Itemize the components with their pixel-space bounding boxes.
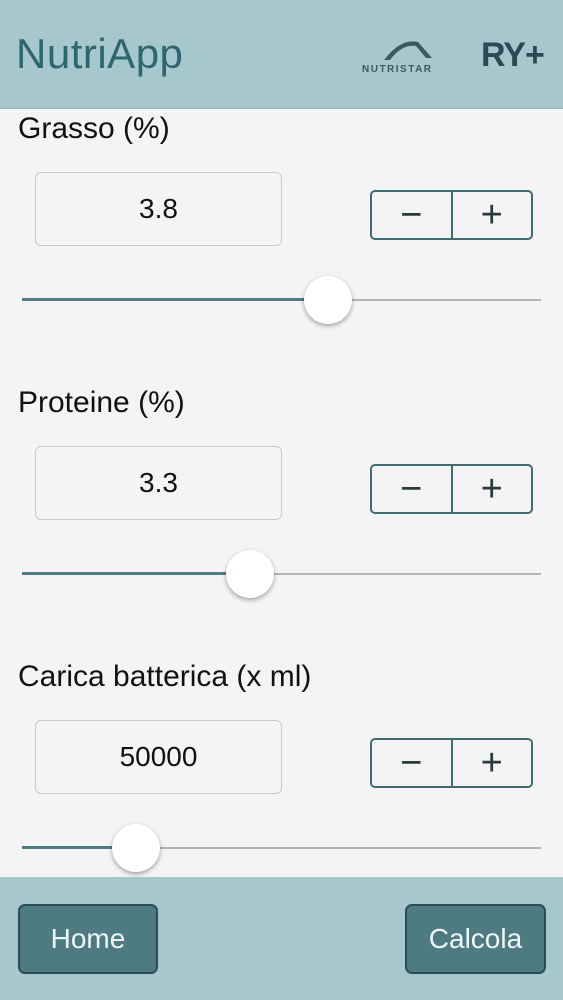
grasso-increment-button[interactable]: +	[453, 192, 532, 238]
proteine-value-field[interactable]: 3.3	[35, 446, 282, 520]
carica-decrement-button[interactable]: −	[372, 740, 453, 786]
field-carica-batterica: Carica batterica (x ml) 50000 − +	[0, 657, 563, 877]
nutristar-swoosh-icon	[384, 41, 432, 60]
proteine-slider[interactable]	[22, 549, 541, 599]
proteine-stepper: − +	[370, 464, 533, 514]
carica-stepper: − +	[370, 738, 533, 788]
app-header: NutriApp NUTRISTAR RY+	[0, 0, 563, 108]
field-proteine: Proteine (%) 3.3 − +	[0, 383, 563, 658]
ry-logo: RY+	[481, 36, 545, 74]
form-panel: Grasso (%) 3.8 − + Proteine (%) 3.3 − + …	[0, 108, 563, 878]
carica-increment-button[interactable]: +	[453, 740, 532, 786]
grasso-value-field[interactable]: 3.8	[35, 172, 282, 246]
proteine-decrement-button[interactable]: −	[372, 466, 453, 512]
nutristar-logo: NUTRISTAR	[356, 36, 456, 80]
grasso-decrement-button[interactable]: −	[372, 192, 453, 238]
field-grasso: Grasso (%) 3.8 − +	[0, 109, 563, 384]
slider-fill	[22, 572, 251, 575]
slider-thumb[interactable]	[304, 276, 353, 324]
slider-fill	[22, 298, 329, 301]
footer-bar: Home Calcola	[0, 877, 563, 1000]
carica-value-field[interactable]: 50000	[35, 720, 282, 794]
field-label: Proteine (%)	[18, 386, 185, 419]
app-title: NutriApp	[16, 30, 184, 77]
field-label: Carica batterica (x ml)	[18, 660, 312, 693]
nutristar-logo-text: NUTRISTAR	[362, 64, 433, 75]
grasso-stepper: − +	[370, 190, 533, 240]
carica-slider[interactable]	[22, 823, 541, 873]
home-button[interactable]: Home	[18, 904, 158, 974]
field-label: Grasso (%)	[18, 112, 170, 145]
slider-thumb[interactable]	[226, 550, 275, 598]
slider-thumb[interactable]	[112, 824, 161, 872]
grasso-slider[interactable]	[22, 275, 541, 325]
calcola-button[interactable]: Calcola	[405, 904, 546, 974]
proteine-increment-button[interactable]: +	[453, 466, 532, 512]
